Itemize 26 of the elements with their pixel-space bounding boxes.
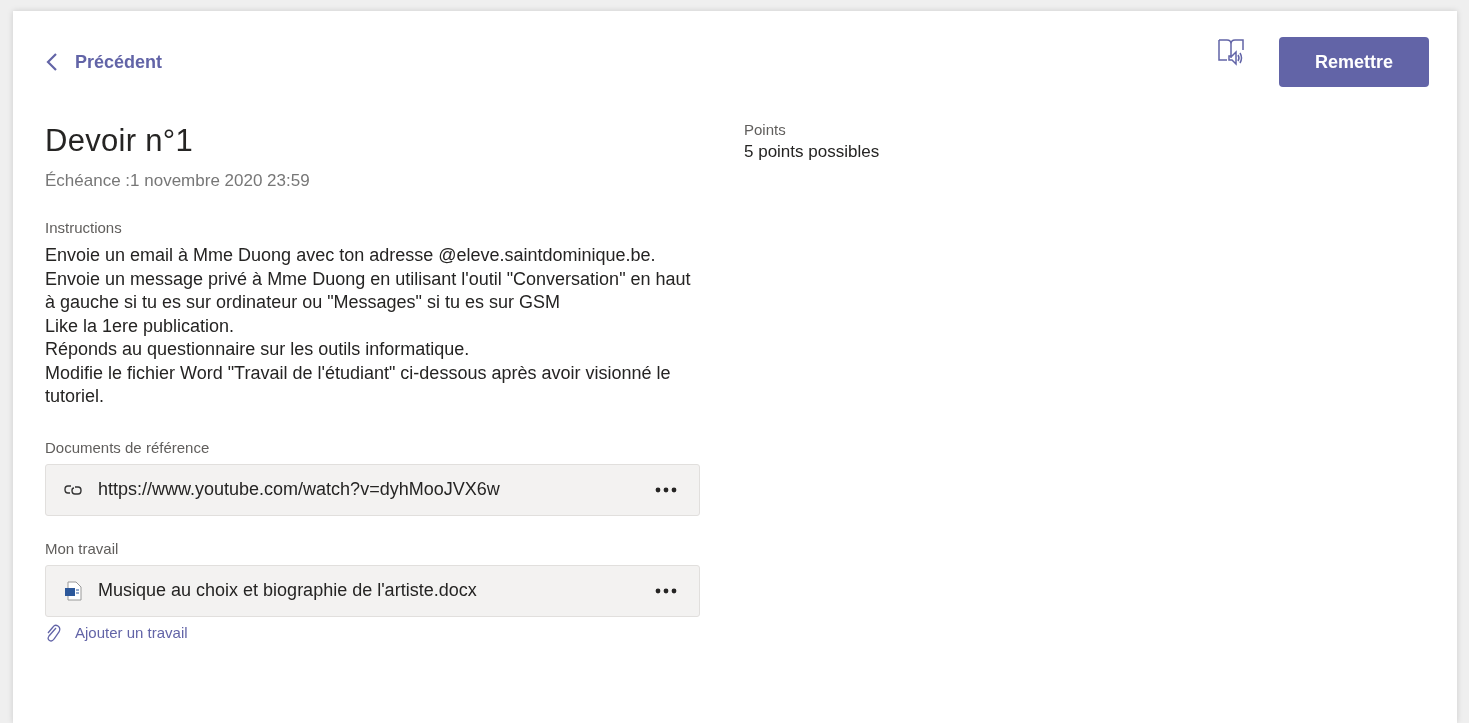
immersive-reader-icon[interactable] xyxy=(1217,36,1247,66)
more-options-icon xyxy=(655,587,677,594)
add-work-link[interactable]: Ajouter un travail xyxy=(45,622,188,643)
chevron-left-icon xyxy=(45,52,59,72)
attachment-name[interactable]: https://www.youtube.com/watch?v=dyhMooJVX6w xyxy=(98,479,635,500)
paperclip-icon xyxy=(45,622,61,643)
attachment-card[interactable]: https://www.youtube.com/watch?v=dyhMooJVX6w xyxy=(45,463,700,516)
due-date: Échéance :1 novembre 2020 23:59 xyxy=(45,171,311,191)
attachment-name[interactable]: Musique au choix et biographie de l'artiste.docx xyxy=(98,580,635,601)
section-label: Mon travail xyxy=(45,539,120,557)
points-label: Points xyxy=(744,121,787,138)
link-icon xyxy=(64,482,82,497)
assignment-title: Devoir n°1 xyxy=(45,123,195,159)
instruction-text: Envoie un message privé à Mme Duong en utilisant l'outil "Conversation" en haut à gauche si tu es sur ordinateur ou "Messages" si tu es sur GSM xyxy=(45,267,692,314)
section-label: Documents de référence xyxy=(45,438,211,456)
instruction-text: Like la 1ere publication. xyxy=(45,314,236,338)
section-label: Instructions xyxy=(45,219,123,236)
attachment-card[interactable]: Musique au choix et biographie de l'artiste.docx xyxy=(45,564,700,617)
instruction-text: Envoie un email à Mme Duong avec ton adresse @eleve.saintdominique.be. xyxy=(45,244,657,267)
more-options-icon xyxy=(655,486,677,493)
submit-button[interactable]: Remettre xyxy=(1279,37,1429,87)
back-link[interactable]: Précédent xyxy=(45,51,163,73)
points-value: 5 points possibles xyxy=(744,142,880,162)
instruction-text: Réponds au questionnaire sur les outils informatique. xyxy=(45,338,471,361)
instruction-text: Modifie le fichier Word "Travail de l'étudiant" ci-dessous après avoir visionné le tutoriel. xyxy=(45,361,672,408)
word-document-icon xyxy=(64,580,82,601)
